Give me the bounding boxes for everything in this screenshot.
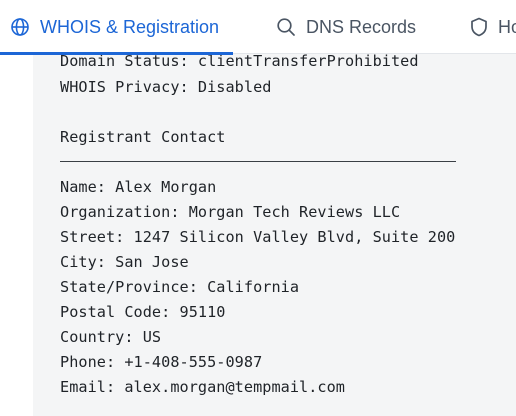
whois-privacy-line: WHOIS Privacy: Disabled xyxy=(60,78,272,96)
tab-label: DNS Records xyxy=(306,16,417,37)
tab-whois-registration[interactable]: WHOIS & Registration xyxy=(0,0,234,55)
contact-organization: Organization: Morgan Tech Reviews LLC xyxy=(60,203,401,221)
contact-street: Street: 1247 Silicon Valley Blvd, Suite … xyxy=(60,228,456,246)
contact-postal-code: Postal Code: 95110 xyxy=(60,303,226,321)
section-divider xyxy=(60,150,510,175)
contact-city: City: San Jose xyxy=(60,253,189,271)
tab-label: WHOIS & Registration xyxy=(40,16,220,37)
tab-dns-records[interactable]: DNS Records xyxy=(276,0,416,54)
contact-email: Email: alex.morgan@tempmail.com xyxy=(60,378,346,396)
whois-report-panel: Domain Status: clientTransferProhibited … xyxy=(33,50,516,416)
contact-name: Name: Alex Morgan xyxy=(60,178,217,196)
contact-country: Country: US xyxy=(60,328,162,346)
tab-bar: WHOIS & Registration DNS Records Ho xyxy=(0,0,516,55)
globe-icon xyxy=(11,18,29,36)
search-icon xyxy=(277,18,295,36)
contact-state: State/Province: California xyxy=(60,278,300,296)
contact-phone: Phone: +1-408-555-0987 xyxy=(60,353,263,371)
registrant-contact-heading: Registrant Contact xyxy=(60,128,226,146)
whois-report-text: Domain Status: clientTransferProhibited … xyxy=(60,50,510,400)
shield-icon xyxy=(471,17,487,37)
tab-label: Ho xyxy=(498,16,516,37)
tab-hosting[interactable]: Ho xyxy=(470,0,516,54)
